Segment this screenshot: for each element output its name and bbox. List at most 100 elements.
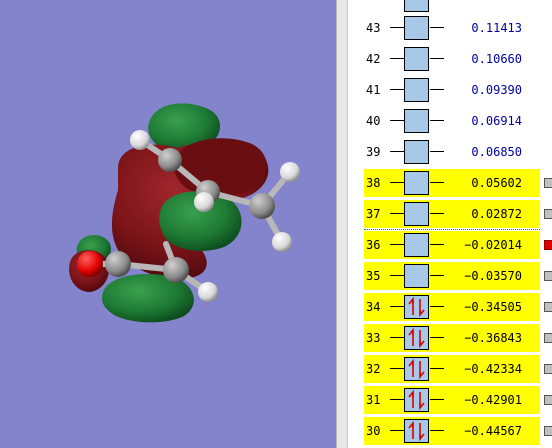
energy-level-line xyxy=(390,182,404,183)
orbital-row[interactable]: 36 −0.02014 xyxy=(364,231,552,259)
energy-level-line xyxy=(430,89,444,90)
orbital-isosurface-render[interactable] xyxy=(0,0,336,448)
energy-level-line xyxy=(390,27,404,28)
orbital-box[interactable] xyxy=(404,233,429,257)
selected-orbital-marker[interactable] xyxy=(544,240,552,250)
homo-lumo-divider xyxy=(364,229,540,230)
orbital-row[interactable]: 42 0.10660 xyxy=(364,45,540,73)
orbital-box[interactable] xyxy=(404,140,429,164)
orbital-3d-viewer[interactable] xyxy=(0,0,336,448)
energy-level-line xyxy=(430,337,444,338)
orbital-energy: 0.11413 xyxy=(471,21,522,35)
orbital-index: 33 xyxy=(366,331,381,345)
orbital-index: 30 xyxy=(366,424,381,438)
energy-level-line xyxy=(390,120,404,121)
occupied-orbital-box[interactable] xyxy=(404,388,429,412)
orbital-row[interactable]: 30 −0.44567 xyxy=(364,417,552,445)
orbital-box[interactable] xyxy=(404,16,429,40)
orbital-energy: 0.10660 xyxy=(471,52,522,66)
energy-level-line xyxy=(390,399,404,400)
energy-level-line xyxy=(390,337,404,338)
energy-level-line xyxy=(430,120,444,121)
orbital-box[interactable] xyxy=(404,171,429,195)
energy-level-line xyxy=(430,213,444,214)
orbital-index: 37 xyxy=(366,207,381,221)
orbital-index: 32 xyxy=(366,362,381,376)
orbital-index: 36 xyxy=(366,238,381,252)
hydrogen-atom xyxy=(280,162,300,182)
orbital-index: 38 xyxy=(366,176,381,190)
orbital-select-checkbox[interactable] xyxy=(544,364,552,374)
energy-level-line xyxy=(390,430,404,431)
hydrogen-atom xyxy=(194,192,214,212)
orbital-index: 41 xyxy=(366,83,381,97)
orbital-index: 43 xyxy=(366,21,381,35)
orbital-select-checkbox[interactable] xyxy=(544,178,552,188)
energy-level-line xyxy=(430,182,444,183)
orbital-energy: 0.06850 xyxy=(471,145,522,159)
orbital-select-checkbox[interactable] xyxy=(544,209,552,219)
energy-level-line xyxy=(390,368,404,369)
energy-level-line xyxy=(430,151,444,152)
energy-level-line xyxy=(390,275,404,276)
orbital-select-checkbox[interactable] xyxy=(544,395,552,405)
energy-level-line xyxy=(390,244,404,245)
electron-pair-icon xyxy=(408,389,425,411)
hydrogen-atom xyxy=(198,282,218,302)
orbital-energy: −0.03570 xyxy=(464,269,522,283)
energy-level-line xyxy=(390,151,404,152)
orbital-select-checkbox[interactable] xyxy=(544,271,552,281)
energy-level-line xyxy=(430,275,444,276)
orbital-row[interactable]: 32 −0.42334 xyxy=(364,355,552,383)
orbital-row[interactable]: 38 0.05602 xyxy=(364,169,552,197)
energy-level-line xyxy=(430,306,444,307)
electron-pair-icon xyxy=(408,296,425,318)
orbital-energy: −0.34505 xyxy=(464,300,522,314)
orbital-row[interactable]: 43 0.11413 xyxy=(364,14,540,42)
panel-splitter[interactable] xyxy=(336,0,348,448)
energy-level-line xyxy=(390,58,404,59)
orbital-energy: −0.44567 xyxy=(464,424,522,438)
orbital-row[interactable]: 35 −0.03570 xyxy=(364,262,552,290)
orbital-select-checkbox[interactable] xyxy=(544,302,552,312)
orbital-row[interactable]: 33 −0.36843 xyxy=(364,324,552,352)
orbital-box[interactable] xyxy=(404,109,429,133)
orbital-row[interactable]: 40 0.06914 xyxy=(364,107,540,135)
orbital-row[interactable]: 34 −0.34505 xyxy=(364,293,552,321)
energy-level-line xyxy=(430,430,444,431)
energy-level-line xyxy=(390,213,404,214)
hydrogen-atom xyxy=(130,130,150,150)
carbon-atom xyxy=(105,251,131,277)
orbital-row[interactable]: 37 0.02872 xyxy=(364,200,552,228)
orbital-row[interactable]: 39 0.06850 xyxy=(364,138,540,166)
hydrogen-atom xyxy=(272,232,292,252)
carbon-atom xyxy=(158,148,182,172)
occupied-orbital-box[interactable] xyxy=(404,357,429,381)
orbital-index: 40 xyxy=(366,114,381,128)
orbital-row-partial xyxy=(364,0,540,14)
carbon-atom xyxy=(163,257,189,283)
occupied-orbital-box[interactable] xyxy=(404,419,429,443)
orbital-energy: 0.06914 xyxy=(471,114,522,128)
orbital-box[interactable] xyxy=(404,202,429,226)
orbital-energy: −0.36843 xyxy=(464,331,522,345)
oxygen-atom xyxy=(77,251,103,277)
orbital-index: 39 xyxy=(366,145,381,159)
orbital-box[interactable] xyxy=(404,264,429,288)
orbital-box[interactable] xyxy=(404,78,429,102)
orbital-select-checkbox[interactable] xyxy=(544,426,552,436)
orbital-box[interactable] xyxy=(404,0,429,12)
occupied-orbital-box[interactable] xyxy=(404,295,429,319)
orbital-row[interactable]: 31 −0.42901 xyxy=(364,386,552,414)
orbital-box[interactable] xyxy=(404,47,429,71)
orbital-select-checkbox[interactable] xyxy=(544,333,552,343)
energy-level-line xyxy=(430,58,444,59)
orbital-energy: −0.02014 xyxy=(464,238,522,252)
orbital-row[interactable]: 41 0.09390 xyxy=(364,76,540,104)
orbital-energy: 0.05602 xyxy=(471,176,522,190)
orbital-index: 34 xyxy=(366,300,381,314)
energy-level-line xyxy=(390,89,404,90)
orbital-energy: −0.42901 xyxy=(464,393,522,407)
occupied-orbital-box[interactable] xyxy=(404,326,429,350)
orbital-energy-panel: 43 0.11413 42 0.10660 41 0.09390 40 0.06914 39 0.… xyxy=(348,0,552,448)
